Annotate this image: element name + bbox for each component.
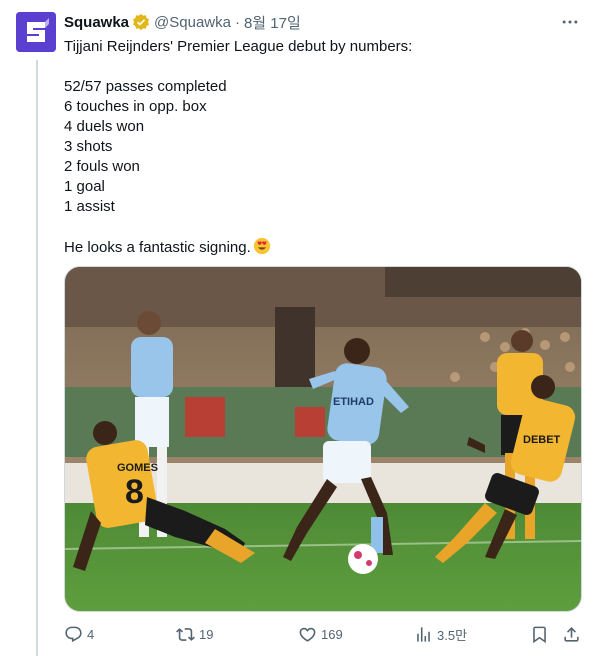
retweet-button[interactable]: 19 bbox=[176, 622, 213, 646]
tweet-closing-text: He looks a fantastic signing. bbox=[64, 239, 251, 256]
views-button[interactable]: 3.5만 bbox=[414, 622, 467, 646]
thread-line bbox=[36, 60, 38, 656]
bookmark-icon bbox=[533, 626, 546, 643]
bookmark-button[interactable] bbox=[530, 622, 553, 646]
author-name[interactable]: Squawka bbox=[64, 14, 129, 31]
tweet-line: 6 touches in opp. box bbox=[64, 98, 207, 115]
tweet-text: Tijjani Reijnders' Premier League debut … bbox=[64, 37, 584, 257]
jersey-name: GOMES bbox=[117, 462, 158, 474]
tweet-line: 3 shots bbox=[64, 138, 113, 155]
tweet-photo[interactable]: 8 GOMES ETIHAD DEBET bbox=[64, 266, 582, 612]
verified-badge-icon[interactable] bbox=[132, 13, 150, 31]
tweet-line: 4 duels won bbox=[64, 118, 145, 135]
share-button[interactable] bbox=[562, 622, 585, 646]
tweet-line: 52/57 passes completed bbox=[64, 78, 227, 95]
analytics-icon bbox=[417, 626, 430, 642]
tweet-header: Squawka @Squawka · 8월 17일 bbox=[64, 12, 582, 32]
tweet-line: 2 fouls won bbox=[64, 158, 140, 175]
tweet-line-break bbox=[64, 217, 584, 237]
tweet-line: Tijjani Reijnders' Premier League debut … bbox=[64, 38, 413, 55]
tweet-line: 1 assist bbox=[64, 198, 115, 215]
squawka-logo bbox=[16, 12, 56, 52]
match-photo: 8 GOMES ETIHAD DEBET bbox=[65, 267, 581, 611]
separator-dot: · bbox=[234, 13, 240, 31]
tweet-line-last: He looks a fantastic signing. bbox=[64, 237, 584, 257]
heart-icon bbox=[299, 627, 316, 642]
retweet-count: 19 bbox=[199, 626, 214, 642]
like-button[interactable]: 169 bbox=[298, 622, 343, 646]
reply-button[interactable]: 4 bbox=[64, 622, 94, 646]
views-count: 3.5만 bbox=[437, 627, 468, 643]
jersey-sponsor-2: DEBET bbox=[523, 434, 561, 446]
heart-eyes-emoji-icon bbox=[253, 237, 271, 255]
tweet-line-break bbox=[64, 57, 584, 77]
retweet-icon bbox=[176, 627, 195, 641]
author-handle[interactable]: @Squawka bbox=[154, 14, 231, 31]
jersey-number: 8 bbox=[125, 473, 144, 511]
tweet-line: 1 goal bbox=[64, 178, 105, 195]
tweet-actions: 4 19 169 3.5만 bbox=[64, 622, 584, 646]
football bbox=[348, 544, 378, 574]
timestamp[interactable]: 8월 17일 bbox=[244, 12, 301, 33]
reply-count: 4 bbox=[87, 626, 95, 642]
avatar[interactable] bbox=[16, 12, 56, 52]
share-icon bbox=[564, 626, 579, 642]
more-options-icon[interactable] bbox=[558, 10, 582, 34]
reply-icon bbox=[65, 626, 82, 642]
like-count: 169 bbox=[321, 626, 343, 642]
jersey-sponsor: ETIHAD bbox=[333, 396, 374, 408]
